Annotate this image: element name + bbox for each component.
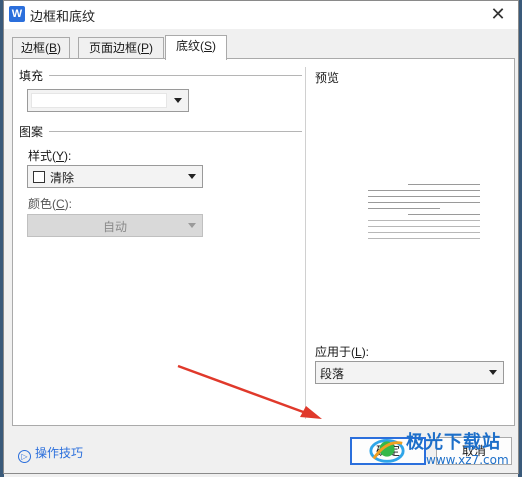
tab-accelerator: S [203, 39, 212, 53]
pattern-group-label: 图案 [19, 123, 44, 140]
tab-borders[interactable]: 边框(B) [12, 37, 70, 59]
pattern-group-divider [49, 131, 302, 132]
dialog-title: 边框和底纹 [30, 9, 96, 24]
tab-page-borders[interactable]: 页面边框(P) [78, 37, 164, 59]
help-circle-icon: ▷ [18, 450, 31, 463]
style-label-text: 样式( [28, 149, 56, 163]
apply-accelerator: L [355, 345, 362, 359]
wps-writer-icon: W [9, 6, 25, 22]
borders-and-shading-dialog: W 边框和底纹 ✕ 边框(B) 页面边框(P) 底纹(S) 填充 图案 样式(Y… [3, 0, 519, 474]
apply-to-value: 段落 [320, 367, 345, 381]
pattern-color-dropdown: 自动 [27, 214, 203, 237]
brand-logo-icon [369, 439, 405, 463]
preview-label: 预览 [315, 69, 340, 86]
apply-to-label: 应用于(L): [315, 343, 369, 360]
fill-group-divider [49, 75, 302, 76]
site-watermark: 极光下载站 www.xz7.com [368, 426, 518, 476]
tab-label-close: ) [57, 41, 61, 55]
style-accelerator: Y [56, 149, 65, 163]
chevron-down-icon [489, 370, 497, 375]
close-icon[interactable]: ✕ [486, 3, 510, 25]
tab-label: 边框( [20, 41, 49, 55]
title-bar: W 边框和底纹 ✕ [4, 1, 518, 29]
chevron-down-icon [188, 223, 196, 228]
fill-color-swatch [31, 93, 167, 108]
tab-label-close: ) [212, 39, 216, 53]
style-label-close: ): [64, 149, 72, 163]
pattern-color-value: 自动 [102, 220, 127, 234]
panel-vertical-divider [305, 67, 306, 419]
apply-label-close: ): [361, 345, 370, 359]
tips-link-text: 操作技巧 [35, 446, 84, 460]
pattern-style-dropdown[interactable]: 清除 [27, 165, 203, 188]
color-label-close: ): [64, 197, 73, 211]
tab-label: 底纹( [175, 39, 204, 53]
style-label: 样式(Y): [28, 147, 71, 164]
pattern-color-label: 颜色(C): [28, 195, 72, 212]
tab-label: 页面边框( [88, 41, 141, 55]
tab-shading[interactable]: 底纹(S) [165, 35, 227, 60]
pattern-swatch-icon [33, 171, 45, 183]
color-label-text: 颜色( [28, 197, 56, 211]
fill-color-dropdown[interactable] [27, 89, 189, 112]
chevron-down-icon [174, 98, 182, 103]
watermark-brand: 极光下载站 [406, 432, 501, 453]
preview-sample-text [368, 184, 480, 244]
apply-to-dropdown[interactable]: 段落 [315, 361, 504, 384]
watermark-url: www.xz7.com [426, 453, 509, 467]
tab-label-close: ) [149, 41, 153, 55]
tab-accelerator: B [48, 41, 57, 55]
apply-label-text: 应用于( [315, 345, 355, 359]
tips-link[interactable]: ▷ 操作技巧 [18, 444, 83, 463]
pattern-style-value: 清除 [50, 171, 75, 185]
chevron-down-icon [188, 174, 196, 179]
fill-group-label: 填充 [19, 67, 44, 84]
tab-accelerator: P [140, 41, 149, 55]
color-accelerator: C [56, 197, 65, 211]
